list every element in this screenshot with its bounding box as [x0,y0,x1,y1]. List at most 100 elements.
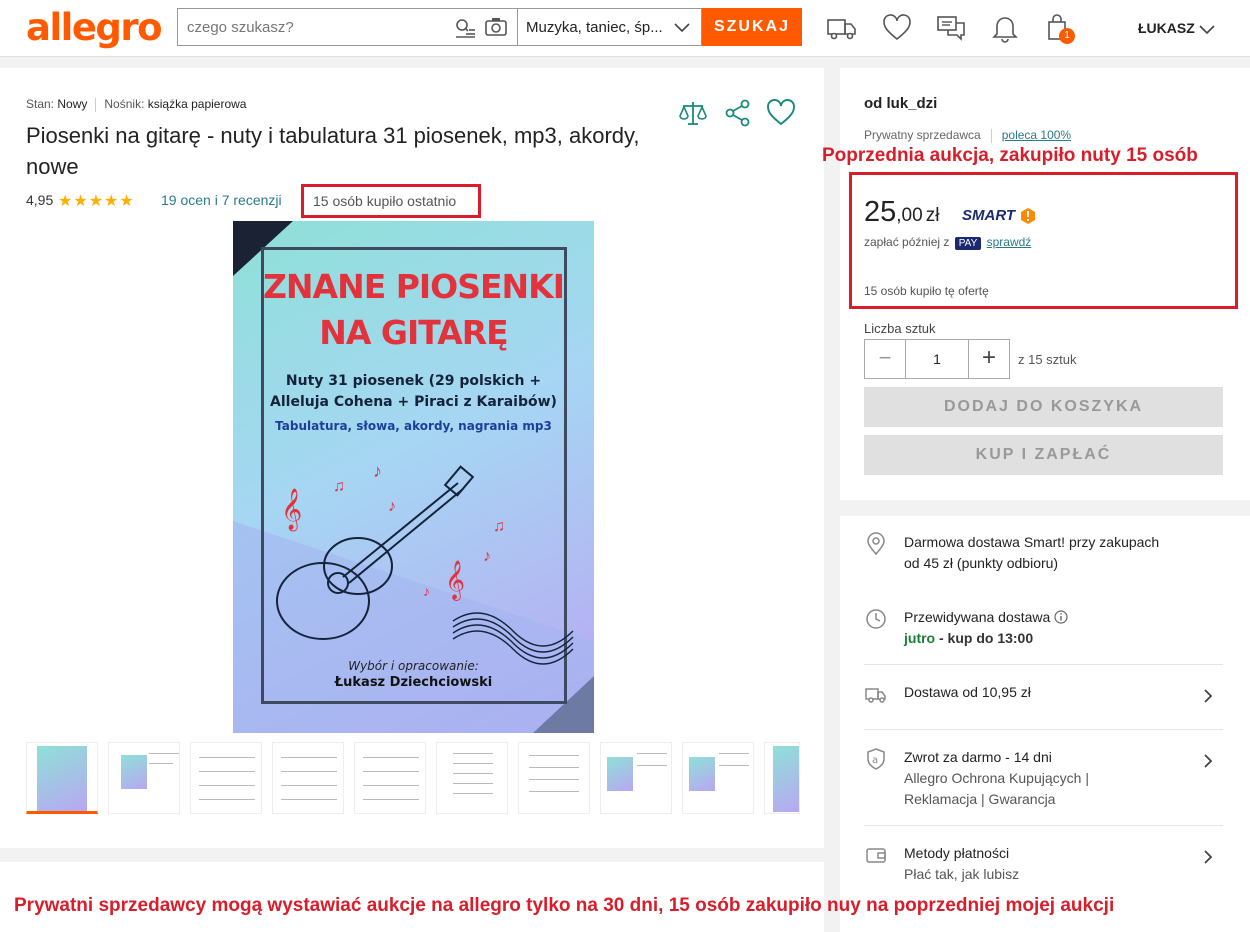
product-meta: Stan: Nowy Nośnik: książka papierowa [26,97,246,112]
rating-value: 4,95 [26,192,54,208]
expected-delivery-row: Przewidywana dostawa jutro - kup do 13:0… [864,607,1223,651]
payment-methods-sub: Płać tak, jak lubisz [904,866,1020,882]
free-delivery-row: Darmowa dostawa Smart! przy zakupach od … [864,532,1223,576]
payment-methods-title: Metody płatności [904,845,1010,861]
seller-type: Prywatny sprzedawca [864,128,981,142]
quantity-available: z 15 sztuk [1018,352,1077,367]
chevron-right-icon [1201,753,1215,774]
svg-text:♪: ♪ [423,583,430,599]
pay-tag: PAY [954,237,982,250]
quantity-decrease-button[interactable]: − [865,340,905,378]
quantity-input[interactable]: 1 [905,340,969,378]
allegro-logo[interactable]: allegro [26,6,163,49]
complaint-warranty-link[interactable]: Reklamacja | Gwarancja [904,789,1089,810]
expected-delivery-deadline: - kup do 13:00 [935,630,1034,646]
shipping-cost-row[interactable]: Dostawa od 10,95 zł [864,682,1223,706]
free-delivery-line2: od 45 zł (punkty odbioru) [904,555,1059,571]
svg-text:♫: ♫ [493,518,505,535]
rating: 4,95 ★★★★★ 19 ocen i 7 recenzji [26,192,282,210]
thumbnail-3[interactable] [190,742,262,814]
thumbnail-7[interactable] [518,742,590,814]
thumbnail-1[interactable] [26,742,98,814]
delivery-truck-icon [864,682,888,706]
free-return-title: Zwrot za darmo - 14 dni [904,749,1052,765]
thumbnail-strip [26,742,804,816]
expected-delivery-when: jutro [904,630,936,646]
search-button[interactable]: SZUKAJ [702,8,802,46]
svg-text:𝄞: 𝄞 [281,488,302,531]
price: 25,00 zł [864,196,939,229]
favorite-heart-icon[interactable] [766,98,796,128]
thumbnail-10[interactable] [764,742,800,814]
bought-recently-badge: 15 osób kupiło ostatnio [301,184,481,218]
user-menu[interactable]: ŁUKASZ [1138,20,1215,36]
thumbnail-8[interactable] [600,742,672,814]
cover-author: Łukasz Dziechciowski [334,675,493,690]
smart-badge: SMART [962,207,1016,224]
messages-icon[interactable] [935,12,967,44]
price-decimal: ,00 [896,205,923,226]
category-select[interactable]: Muzyka, taniec, śp... [517,8,702,46]
guitar-illustration: 𝄞 𝄞 ♪ ♫ ♪ ♫ ♪ ♪ [276,461,574,665]
pay-check-link[interactable]: sprawdź [987,235,1032,249]
divider [864,825,1223,826]
smart-info-icon[interactable] [1019,207,1037,230]
wallet-icon [864,843,888,867]
buy-now-button[interactable]: KUP I ZAPŁAĆ [864,435,1223,475]
bought-offer-count: 15 osób kupiło tę ofertę [864,284,989,298]
search-box [177,8,517,46]
condition-value: Nowy [57,97,88,111]
price-main: 25 [864,196,897,228]
shipping-cost: Dostawa od 10,95 zł [904,684,1031,700]
divider [864,664,1223,665]
chevron-down-icon [1198,20,1216,41]
thumbnail-5[interactable] [354,742,426,814]
user-name: ŁUKASZ [1138,20,1195,36]
seller-recommend-link[interactable]: poleca 100% [1002,128,1071,142]
heart-icon[interactable] [881,12,913,44]
cover-author-label: Wybór i opracowanie: [348,659,479,673]
add-to-cart-button[interactable]: DODAJ DO KOSZYKA [864,387,1223,427]
search-history-icon[interactable] [454,17,476,44]
quantity-increase-button[interactable]: + [969,340,1009,378]
free-return-row[interactable]: a Zwrot za darmo - 14 dni Allegro Ochron… [864,747,1223,811]
chevron-right-icon [1201,688,1215,709]
pay-later-text: zapłać później z [864,235,950,249]
camera-icon[interactable] [485,17,507,42]
condition-label: Stan: [26,97,55,111]
seller-info: Prywatny sprzedawca poleca 100% [864,128,1071,143]
buyer-protection-link[interactable]: Allegro Ochrona Kupujących | [904,768,1089,789]
thumbnail-2[interactable] [108,742,180,814]
delivery-truck-icon[interactable] [826,12,858,44]
info-icon[interactable] [1054,609,1068,625]
pay-later: zapłać później z PAY sprawdź [864,235,1031,250]
top-bar: allegro Muzyka, taniec, śp... SZUKAJ 1 Ł… [0,0,1250,57]
share-icon[interactable] [723,98,753,128]
quantity-label: Liczba sztuk [864,321,936,336]
annotation-previous-auction: Poprzednia aukcja, zakupiło nuty 15 osób [822,145,1198,166]
svg-text:♪: ♪ [388,498,396,515]
product-title: Piosenki na gitarę - nuty i tabulatura 3… [26,123,640,179]
quantity-stepper: − 1 + [864,339,1010,379]
svg-text:♫: ♫ [333,478,345,495]
free-delivery-line1: Darmowa dostawa Smart! przy zakupach [904,534,1160,550]
shield-icon: a [864,747,888,771]
medium-value: książka papierowa [147,97,247,111]
product-main-image[interactable]: ZNANE PIOSENKI NA GITARĘ Nuty 31 piosene… [233,221,594,733]
payment-methods-row[interactable]: Metody płatności Płać tak, jak lubisz [864,843,1223,887]
divider [864,729,1223,730]
thumbnail-9[interactable] [682,742,754,814]
reviews-link[interactable]: 19 ocen i 7 recenzji [161,192,282,208]
clock-icon [864,607,888,631]
thumbnail-4[interactable] [272,742,344,814]
thumbnail-6[interactable] [436,742,508,814]
category-value: Muzyka, taniec, śp... [526,19,663,36]
search-input[interactable] [178,9,438,45]
compare-scales-icon[interactable] [678,98,708,128]
cart-count-badge: 1 [1059,28,1075,44]
chevron-down-icon [673,18,691,40]
chevron-right-icon [1201,849,1215,870]
annotation-private-sellers: Prywatni sprzedawcy mogą wystawiać aukcj… [14,895,1115,916]
bell-icon[interactable] [989,12,1021,44]
seller-name[interactable]: od luk_dzi [864,95,937,112]
